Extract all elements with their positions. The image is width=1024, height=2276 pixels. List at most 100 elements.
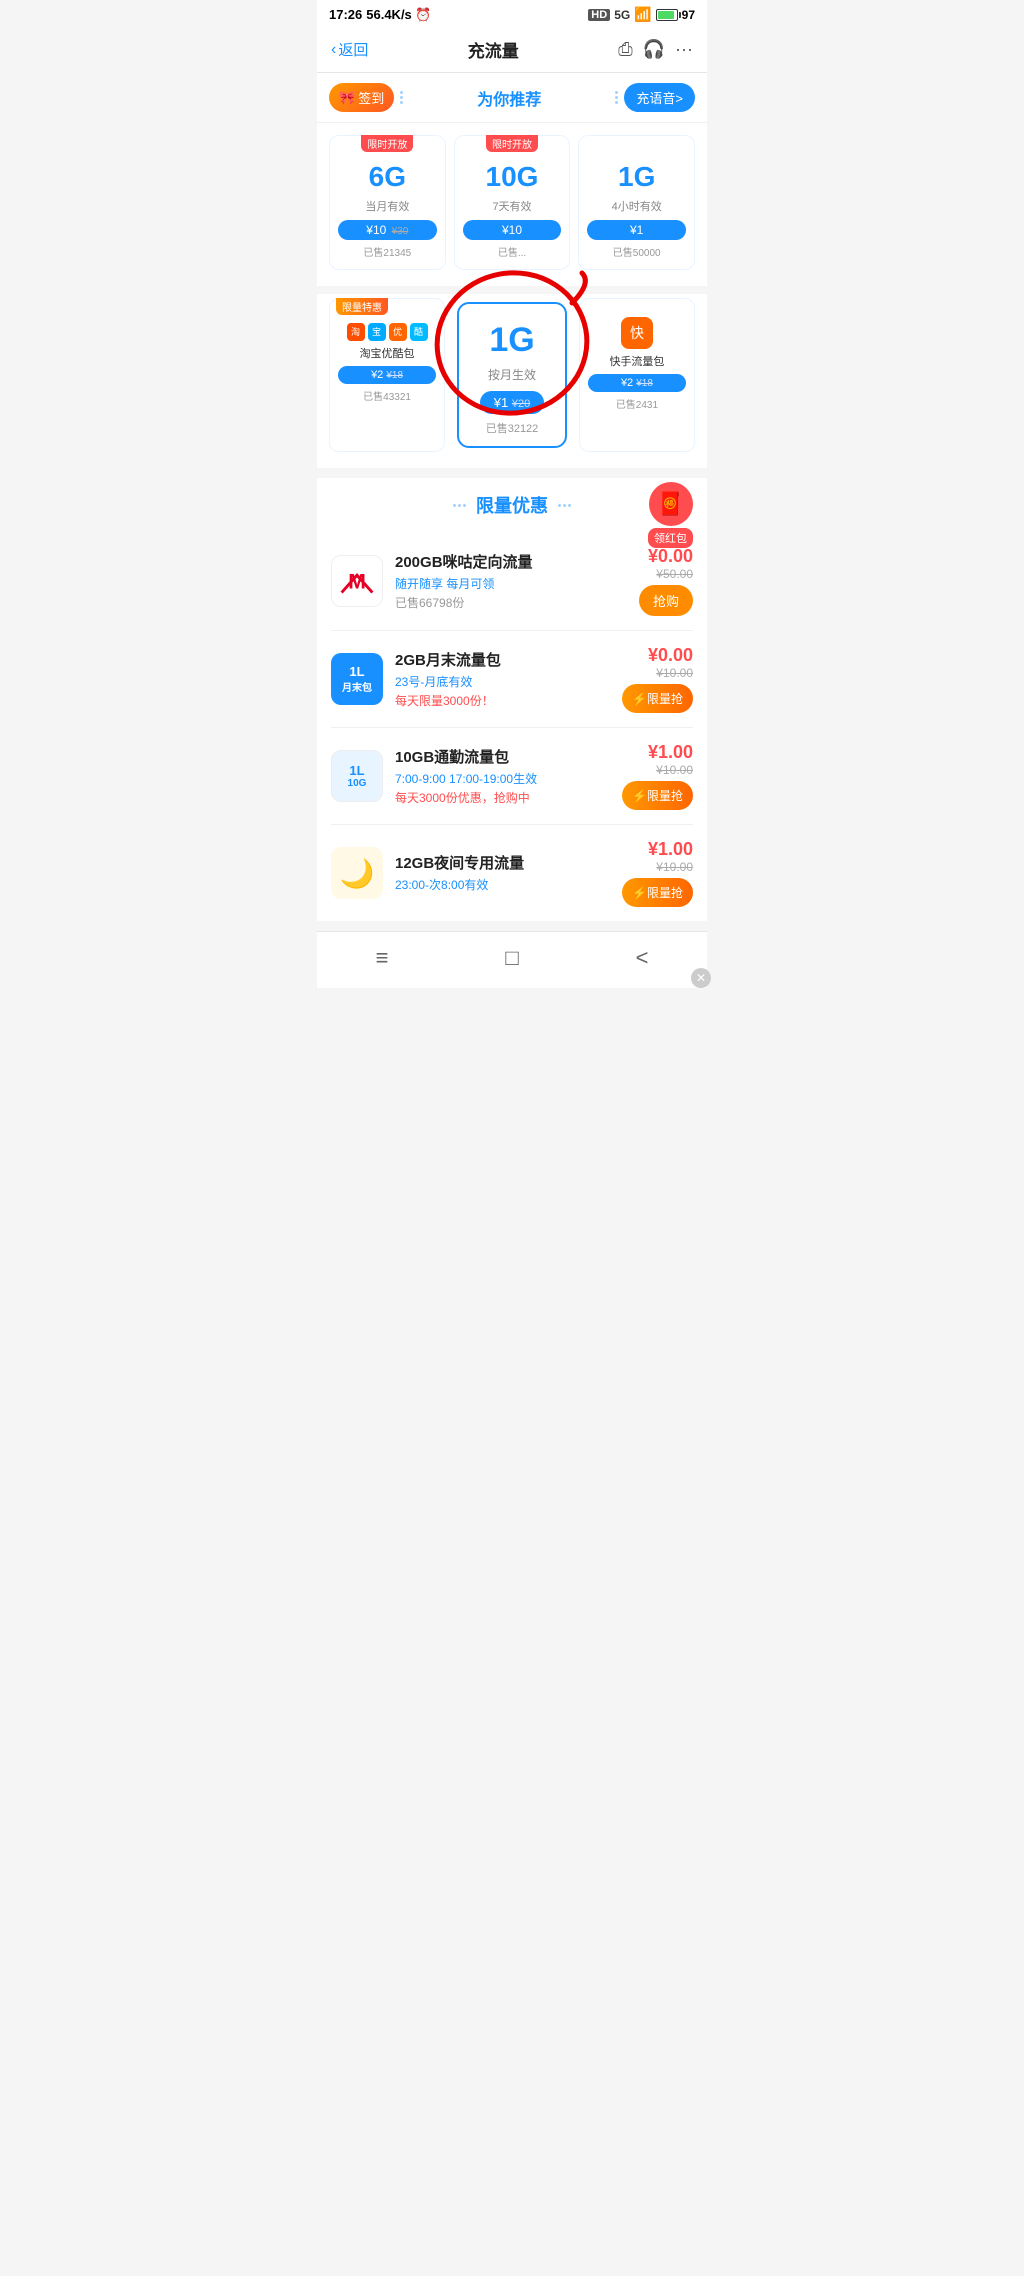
red-packet-label: 领红包 [648,528,693,548]
checkin-button[interactable]: 🎀 签到 [329,83,394,112]
offer-desc-month: 23号-月底有效 [395,673,610,690]
offer-limit-btn-commute[interactable]: ⚡限量抢 [622,781,693,810]
checkin-label: 签到 [358,88,384,107]
package-badge-10g: 限时开放 [486,135,538,152]
commute-icon-label: 10G [348,778,367,789]
offer-price-area-commute: ¥1.00 ¥10.00 ⚡限量抢 [622,742,693,810]
close-offer-btn[interactable]: ✕ [691,968,711,988]
offer-desc-miqia: 随开随享 每月可领 [395,575,627,592]
package-price-btn-6g[interactable]: ¥10 ¥30 [338,220,437,240]
back-button-nav[interactable]: < [628,944,656,972]
hd-badge: HD [588,9,610,21]
center-sold: 已售32122 [467,420,557,436]
offer-price-month: ¥0.00 [648,645,693,665]
back-label: 返回 [338,39,368,60]
package-price-btn-1g[interactable]: ¥1 [587,220,686,240]
square-button[interactable]: □ [498,944,526,972]
offer-info-miqia: 200GB咪咕定向流量 随开随享 每月可领 已售66798份 [395,551,627,611]
offer-sold-miqia: 已售66798份 [395,594,627,611]
offer-desc-night: 23:00-次8:00有效 [395,876,610,893]
kuaishou-price-btn[interactable]: ¥2 ¥18 [588,374,686,392]
section-separator-left [453,504,466,507]
package-card-6g[interactable]: 限时开放 6G 当月有效 ¥10 ¥30 已售21345 [329,135,446,270]
offer-limit-btn-night[interactable]: ⚡限量抢 [622,878,693,907]
offer-desc-commute: 7:00-9:00 17:00-19:00生效 [395,770,610,787]
offer-price-original-miqia: ¥50.00 ✕ [639,567,693,581]
offer-limit-btn-month[interactable]: ⚡限量抢 [622,684,693,713]
offer-price-area-miqia: ¥0.00 ¥50.00 ✕ 抢购 [639,546,693,616]
section-header: 限量优惠 🧧 领红包 [331,492,693,518]
offer-info-commute: 10GB通勤流量包 7:00-9:00 17:00-19:00生效 每天3000… [395,746,610,806]
voice-button[interactable]: 充语音> [624,83,695,112]
back-arrow-icon: < [636,945,649,971]
night-moon-icon: 🌙 [340,857,375,890]
nav-actions: ⎙ 🎧 ··· [618,39,693,60]
offer-price-area-month: ¥0.00 ¥10.00 ⚡限量抢 [622,645,693,713]
center-card-wrapper: 1G 按月生效 ¥1 ¥20 已售32122 [453,298,571,453]
app-icons-kuaishou: 快 [588,317,686,349]
offer-icon-commute: 1L 10G [331,750,383,802]
offer-buy-btn-miqia[interactable]: 抢购 [639,585,693,616]
taobao-title: 淘宝优酷包 [338,345,436,361]
network-signal: 5G [614,8,630,22]
taobao-price-btn[interactable]: ¥2 ¥18 [338,366,436,384]
package-card-10g[interactable]: 限时开放 10G 7天有效 ¥10 已售... [454,135,571,270]
miqia-logo-icon: M [332,555,382,607]
offer-price-commute: ¥1.00 [648,742,693,762]
special-card-kuaishou[interactable]: 快 快手流量包 ¥2 ¥18 已售2431 [579,298,695,453]
hamburger-icon: ≡ [376,945,389,971]
offer-name-commute: 10GB通勤流量包 [395,746,610,767]
packages-row: 限时开放 6G 当月有效 ¥10 ¥30 已售21345 限时开放 10G 7天… [317,123,707,286]
more-icon[interactable]: ··· [675,39,693,60]
package-validity-10g: 7天有效 [463,198,562,214]
back-button[interactable]: ‹ 返回 [331,39,368,60]
red-packet-icon: 🧧 [649,482,693,526]
recommend-title: 为你推荐 [409,86,609,110]
price-10g: ¥10 [502,223,522,237]
back-chevron-icon: ‹ [331,41,336,59]
section-title: 限量优惠 [476,492,548,518]
center-validity: 按月生效 [467,366,557,383]
special-packages-row: 限量特惠 淘 宝 优 酷 淘宝优酷包 ¥2 ¥18 已售43321 1G 按月生… [317,294,707,469]
signal-bars: 📶 [634,6,651,23]
commute-icon-top: 1L [349,763,364,778]
status-bar: 17:26 56.4K/s ⏰ HD 5G 📶 97 [317,0,707,29]
center-card-1g[interactable]: 1G 按月生效 ¥1 ¥20 已售32122 [457,302,567,449]
taobao-icon: 淘 [347,323,365,341]
offer-item-night[interactable]: 🌙 12GB夜间专用流量 23:00-次8:00有效 ¥1.00 ¥10.00 … [331,825,693,921]
headphone-icon[interactable]: 🎧 [643,39,665,60]
package-validity-6g: 当月有效 [338,198,437,214]
price-1g: ¥1 [630,223,643,237]
offer-warning-month: 每天限量3000份！ [395,692,610,709]
package-size-6g: 6G [338,160,437,194]
page-title: 充流量 [468,37,519,62]
offer-info-night: 12GB夜间专用流量 23:00-次8:00有效 [395,852,610,895]
offer-item-month[interactable]: 1L 月末包 2GB月末流量包 23号-月底有效 每天限量3000份！ ¥0.0… [331,631,693,728]
home-button[interactable]: ≡ [368,944,396,972]
youku-icon: 优 [389,323,407,341]
special-card-taobao[interactable]: 限量特惠 淘 宝 优 酷 淘宝优酷包 ¥2 ¥18 已售43321 [329,298,445,453]
package-sold-6g: 已售21345 [338,244,437,259]
center-price-btn[interactable]: ¥1 ¥20 [480,391,544,414]
limited-section: 限量优惠 🧧 领红包 M 200GB咪咕定向流量 [317,478,707,921]
center-size: 1G [467,320,557,361]
section-separator-right [558,504,571,507]
share-icon[interactable]: ⎙ [618,39,632,60]
offer-item-commute[interactable]: 1L 10G 10GB通勤流量包 7:00-9:00 17:00-19:00生效… [331,728,693,825]
package-card-1g-4h[interactable]: 1G 4小时有效 ¥1 已售50000 [578,135,695,270]
offer-info-month: 2GB月末流量包 23号-月底有效 每天限量3000份！ [395,649,610,709]
status-speed: 56.4K/s ⏰ [366,7,431,23]
status-left: 17:26 56.4K/s ⏰ [329,7,432,23]
offer-price-original-month: ¥10.00 [622,666,693,680]
battery-percent: 97 [682,8,695,22]
main-content: 🎀 签到 为你推荐 充语音> 限时开放 6G 当月有效 ¥10 ¥30 已售21… [317,73,707,988]
square-icon: □ [505,945,518,971]
kuaishou-sold: 已售2431 [588,396,686,411]
bottom-nav: ≡ □ < [317,931,707,988]
offer-price-original-night: ¥10.00 [622,860,693,874]
red-packet-float[interactable]: 🧧 领红包 [648,482,693,548]
package-price-btn-10g[interactable]: ¥10 [463,220,562,240]
offer-icon-night: 🌙 [331,847,383,899]
offer-item-miqia[interactable]: M 200GB咪咕定向流量 随开随享 每月可领 已售66798份 ¥0.00 ¥… [331,532,693,631]
baobao-icon: 宝 [368,323,386,341]
